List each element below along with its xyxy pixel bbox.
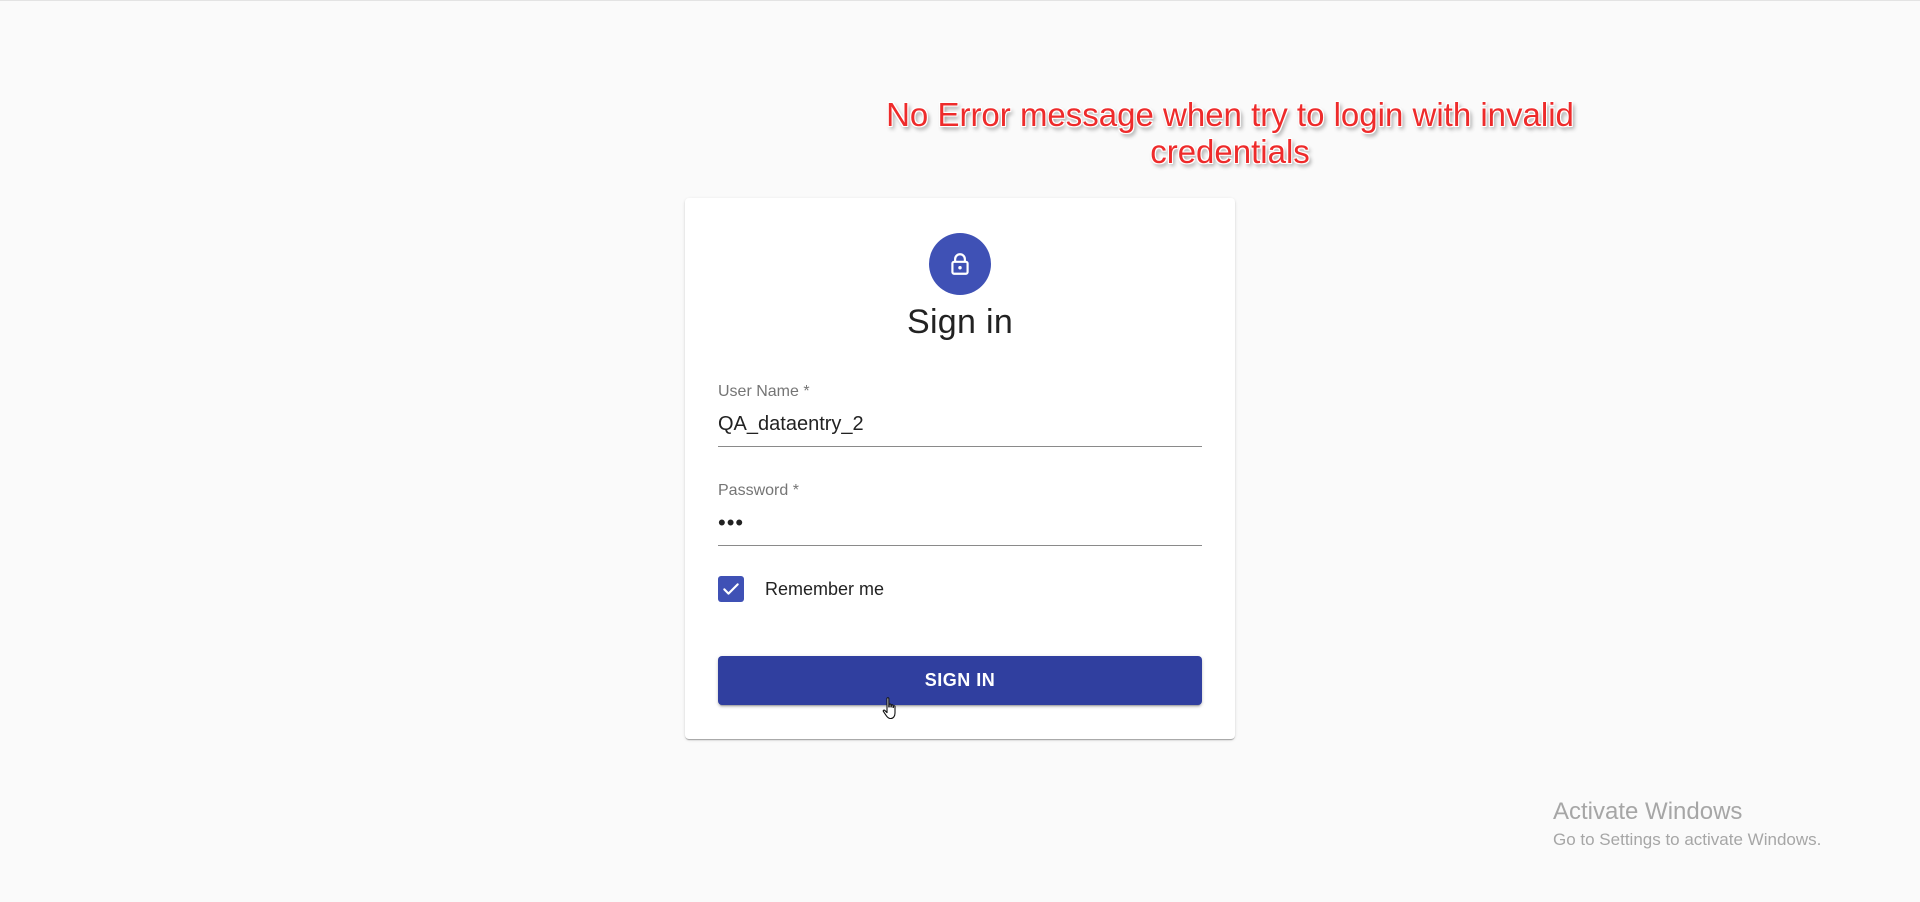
top-divider: [0, 0, 1920, 1]
password-label: Password *: [718, 482, 799, 499]
annotation-line-1: No Error message when try to login with …: [886, 96, 1574, 133]
password-field: Password *: [718, 480, 1202, 546]
watermark-title: Activate Windows: [1553, 798, 1743, 825]
page: No Error message when try to login with …: [0, 0, 1920, 902]
password-input[interactable]: [718, 506, 1202, 546]
username-field: User Name *: [718, 381, 1202, 447]
lock-avatar: [929, 233, 991, 295]
annotation-callout: No Error message when try to login with …: [880, 96, 1580, 170]
page-title: Sign in: [906, 303, 1014, 341]
username-label: User Name *: [718, 383, 810, 400]
remember-me-checkbox[interactable]: [718, 576, 744, 602]
annotation-line-2: credentials: [1150, 133, 1310, 170]
sign-in-button[interactable]: SIGN IN: [718, 656, 1202, 705]
checkmark-icon: [723, 583, 739, 595]
sign-in-card: Sign in User Name * Password * Remember …: [685, 198, 1235, 739]
hand-cursor-icon: [882, 696, 900, 727]
remember-me-row[interactable]: Remember me: [718, 576, 884, 602]
activate-windows-watermark: Activate Windows Go to Settings to activ…: [1553, 798, 1821, 852]
remember-me-label: Remember me: [765, 578, 885, 599]
watermark-subtitle: Go to Settings to activate Windows.: [1553, 830, 1822, 849]
username-input[interactable]: [718, 407, 1202, 447]
lock-icon: [951, 253, 969, 275]
